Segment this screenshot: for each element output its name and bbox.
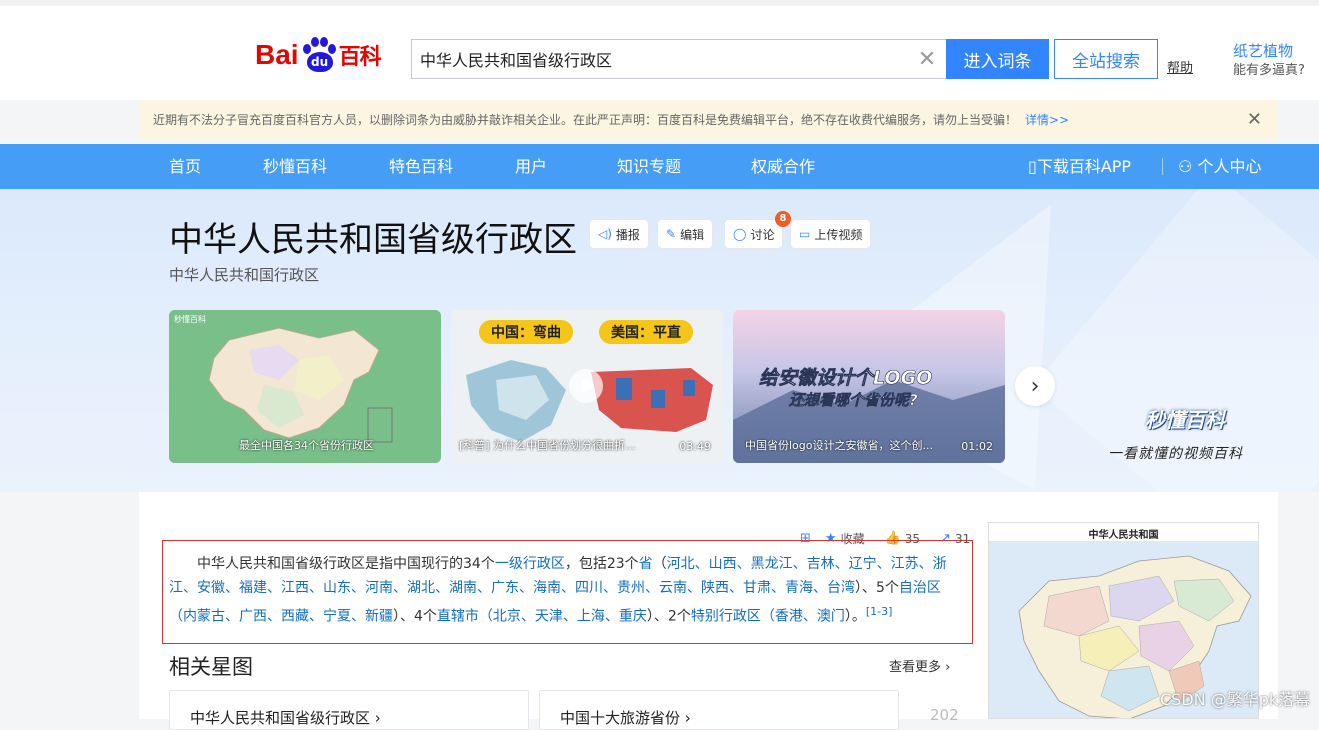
summary-text: （ bbox=[652, 556, 667, 572]
sar-links[interactable]: 香港、澳门 bbox=[775, 609, 845, 625]
next-arrow-icon[interactable]: › bbox=[1015, 366, 1055, 406]
link-province[interactable]: 省 bbox=[639, 556, 653, 572]
summary-text: ）、4个 bbox=[393, 608, 437, 625]
miaodong-brand-logo: 秒懂百科 bbox=[1145, 408, 1225, 432]
logo-bai-text: Bai bbox=[255, 39, 299, 70]
download-app-link[interactable]: ▯下载百科APP bbox=[1028, 144, 1131, 189]
play-icon[interactable] bbox=[569, 369, 603, 403]
user-icon: ⚇ bbox=[1178, 157, 1198, 176]
entry-subtitle: 中华人民共和国行政区 bbox=[169, 266, 320, 284]
entry-summary: 中华人民共和国省级行政区是指中国现行的34个一级行政区，包括23个省（河北、山西… bbox=[162, 540, 973, 644]
pencil-icon: ✎ bbox=[666, 227, 677, 241]
edit-button[interactable]: ✎ 编辑 bbox=[658, 220, 713, 248]
logo-du-text: du bbox=[306, 52, 333, 72]
related-card-2[interactable]: 中国十大旅游省份 › bbox=[539, 690, 899, 730]
related-card-title: 中华人民共和国省级行政区 bbox=[190, 709, 371, 727]
search-input[interactable] bbox=[412, 40, 908, 78]
video-headline: 给安徽设计个LOGO bbox=[759, 367, 932, 389]
logo-baike-text: 百科 bbox=[338, 45, 382, 70]
summary-text: ）、5个 bbox=[855, 580, 899, 596]
reference-link[interactable]: [1-3] bbox=[866, 605, 893, 618]
personal-center-link[interactable]: ⚇ 个人中心 bbox=[1178, 144, 1261, 189]
summary-text: ）。 bbox=[844, 608, 866, 625]
video-card-2[interactable]: 中国：弯曲 美国：平直 [科普] 为什么中国省份划分很曲折... 03:49 bbox=[451, 310, 723, 463]
personal-center-label: 个人中心 bbox=[1197, 157, 1262, 176]
summary-text: ）、2个 bbox=[646, 608, 691, 625]
close-icon[interactable]: ✕ bbox=[1247, 109, 1262, 130]
paw-icon: du bbox=[300, 36, 338, 74]
chevron-right-icon: › bbox=[684, 709, 691, 727]
nav-item-cooperation[interactable]: 权威合作 bbox=[751, 144, 815, 189]
see-more-link[interactable]: 查看更多 › bbox=[889, 656, 950, 675]
nav-item-home[interactable]: 首页 bbox=[169, 144, 201, 189]
discuss-count-badge: 8 bbox=[775, 211, 791, 227]
related-section-title: 相关星图 bbox=[169, 655, 253, 679]
upload-video-button[interactable]: ▭ 上传视频 bbox=[791, 220, 871, 248]
summary-text: 中华人民共和国省级行政区是指中国现行的34个 bbox=[197, 556, 495, 572]
search-box: ✕ bbox=[411, 39, 946, 79]
see-more-label: 查看更多 bbox=[889, 660, 942, 675]
video-duration: 03:49 bbox=[679, 440, 711, 453]
summary-text: （ bbox=[478, 608, 493, 625]
clear-icon[interactable]: ✕ bbox=[908, 40, 946, 78]
broadcast-label: 播报 bbox=[615, 227, 640, 242]
nav-item-topics[interactable]: 知识专题 bbox=[617, 144, 681, 189]
side-ad[interactable]: 纸艺植物 能有多逼真? bbox=[1233, 42, 1305, 80]
related-card-3-partial[interactable]: 202 bbox=[930, 706, 959, 724]
side-ad-title[interactable]: 纸艺植物 bbox=[1233, 42, 1305, 61]
side-ad-subtitle: 能有多逼真? bbox=[1233, 63, 1305, 78]
nav-item-featured[interactable]: 特色百科 bbox=[389, 144, 453, 189]
video-caption: [科普] 为什么中国省份划分很曲折... bbox=[459, 439, 636, 452]
video-caption: 中国省份logo设计之安徽省，这个创... bbox=[745, 439, 933, 452]
nav-item-user[interactable]: 用户 bbox=[515, 144, 547, 189]
miaodong-slogan: 一看就懂的视频百科 bbox=[1108, 446, 1243, 462]
notice-detail-link[interactable]: 详情>> bbox=[1025, 111, 1069, 128]
baidu-baike-logo[interactable]: Bai du 百科 bbox=[255, 32, 382, 78]
link-sar[interactable]: 特别行政区 bbox=[691, 609, 761, 625]
notice-bar: 近期有不法分子冒充百度百科官方人员，以删除词条为由威胁并敲诈相关企业。在此严正声… bbox=[139, 100, 1278, 139]
label-china: 中国：弯曲 bbox=[491, 324, 561, 341]
video-card-1[interactable]: 秒懂百科 最全中国各34个省份行政区 bbox=[169, 310, 441, 463]
phone-icon: ▯ bbox=[1028, 157, 1037, 176]
nav-item-miaodong[interactable]: 秒懂百科 bbox=[263, 144, 327, 189]
link-autonomous-region[interactable]: 自治区 bbox=[899, 580, 941, 596]
map-title: 中华人民共和国 bbox=[1088, 530, 1159, 541]
download-app-label: 下载百科APP bbox=[1036, 157, 1132, 176]
summary-text: （ bbox=[760, 608, 775, 625]
autonomous-region-links[interactable]: 内蒙古、广西、西藏、宁夏、新疆 bbox=[183, 609, 393, 625]
entry-title: 中华人民共和国省级行政区 bbox=[169, 220, 577, 260]
video-duration: 01:02 bbox=[961, 440, 993, 453]
video-logo: 秒懂百科 bbox=[174, 314, 206, 324]
main-nav: 首页 秒懂百科 特色百科 用户 知识专题 权威合作 ▯下载百科APP ⚇ 个人中… bbox=[0, 144, 1319, 189]
discuss-button[interactable]: ◯ 讨论 bbox=[725, 220, 783, 248]
discuss-label: 讨论 bbox=[750, 227, 775, 242]
related-card-1[interactable]: 中华人民共和国省级行政区 › bbox=[169, 690, 529, 730]
edit-label: 编辑 bbox=[680, 227, 705, 242]
chevron-right-icon: › bbox=[945, 660, 951, 675]
chevron-right-icon: › bbox=[374, 709, 381, 727]
summary-text: （ bbox=[169, 608, 183, 625]
speaker-icon: ◁) bbox=[598, 227, 612, 241]
entry-banner: 中华人民共和国省级行政区 中华人民共和国行政区 ◁) 播报 ✎ 编辑 ◯ 讨论 8 ▭… bbox=[0, 189, 1319, 492]
site-search-button[interactable]: 全站搜索 bbox=[1054, 39, 1158, 79]
link-first-level-division[interactable]: 一级行政区 bbox=[495, 556, 565, 572]
help-link[interactable]: 帮助 bbox=[1167, 57, 1193, 76]
enter-entry-button[interactable]: 进入词条 bbox=[946, 39, 1049, 79]
video-card-3[interactable]: 给安徽设计个LOGO 还想看哪个省份呢? 中国省份logo设计之安徽省，这个创.… bbox=[733, 310, 1005, 463]
summary-text: ，包括23个 bbox=[564, 556, 639, 572]
related-card-title: 中国十大旅游省份 bbox=[560, 709, 681, 727]
video-caption: 最全中国各34个省份行政区 bbox=[239, 439, 374, 452]
broadcast-button[interactable]: ◁) 播报 bbox=[590, 220, 648, 248]
label-usa: 美国：平直 bbox=[611, 324, 681, 341]
chat-icon: ◯ bbox=[733, 227, 747, 241]
nav-divider bbox=[1162, 158, 1163, 175]
video-subline: 还想看哪个省份呢? bbox=[788, 391, 918, 409]
upload-video-label: 上传视频 bbox=[814, 227, 863, 242]
video-camera-icon: ▭ bbox=[799, 227, 811, 241]
notice-text: 近期有不法分子冒充百度百科官方人员，以删除词条为由威胁并敲诈相关企业。在此严正声… bbox=[153, 113, 1018, 127]
municipality-links[interactable]: 北京、天津、上海、重庆 bbox=[493, 609, 647, 625]
link-municipality[interactable]: 直辖市 bbox=[437, 609, 479, 625]
csdn-watermark: CSDN @繁华pk落幕 bbox=[1160, 690, 1311, 709]
